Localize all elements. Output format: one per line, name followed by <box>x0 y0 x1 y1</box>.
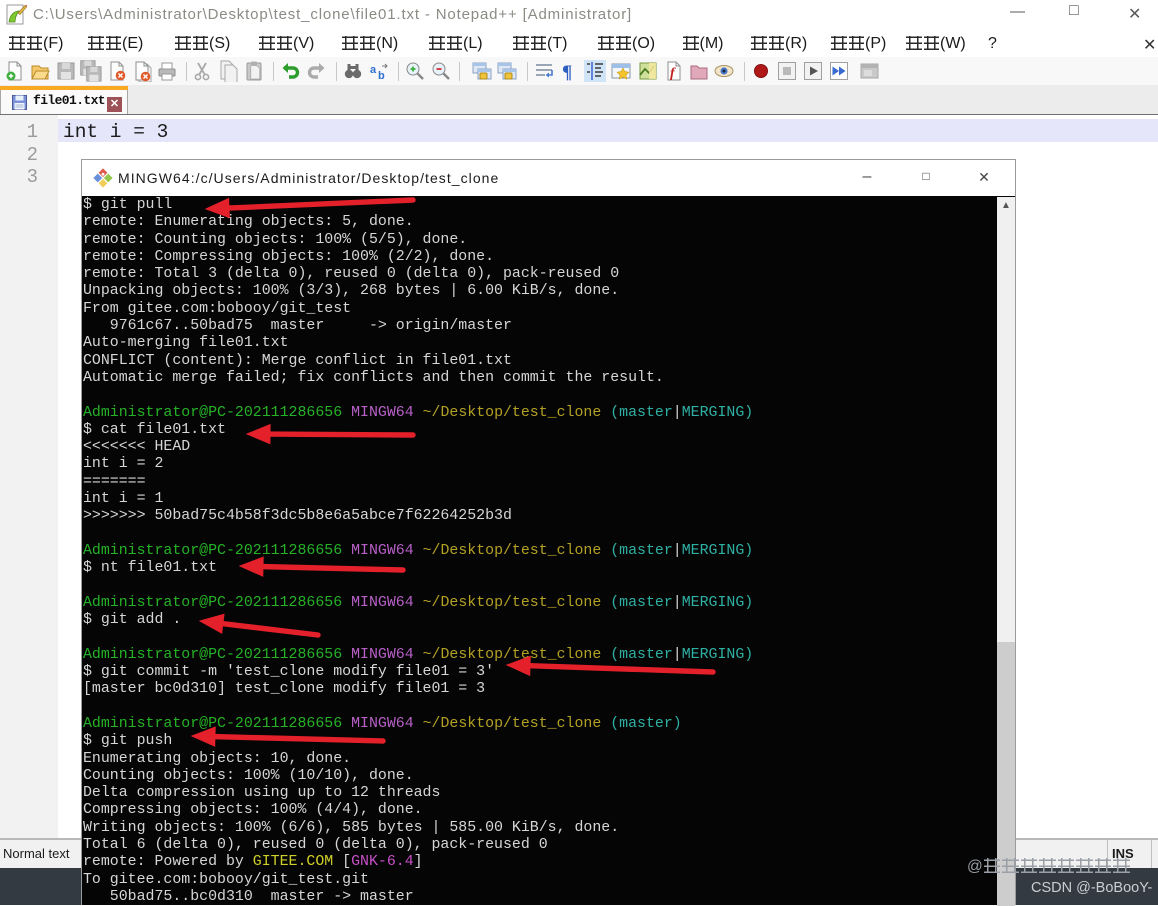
svg-text:¶: ¶ <box>562 62 572 82</box>
svg-text:a: a <box>370 64 377 76</box>
svg-text:b: b <box>378 70 385 82</box>
